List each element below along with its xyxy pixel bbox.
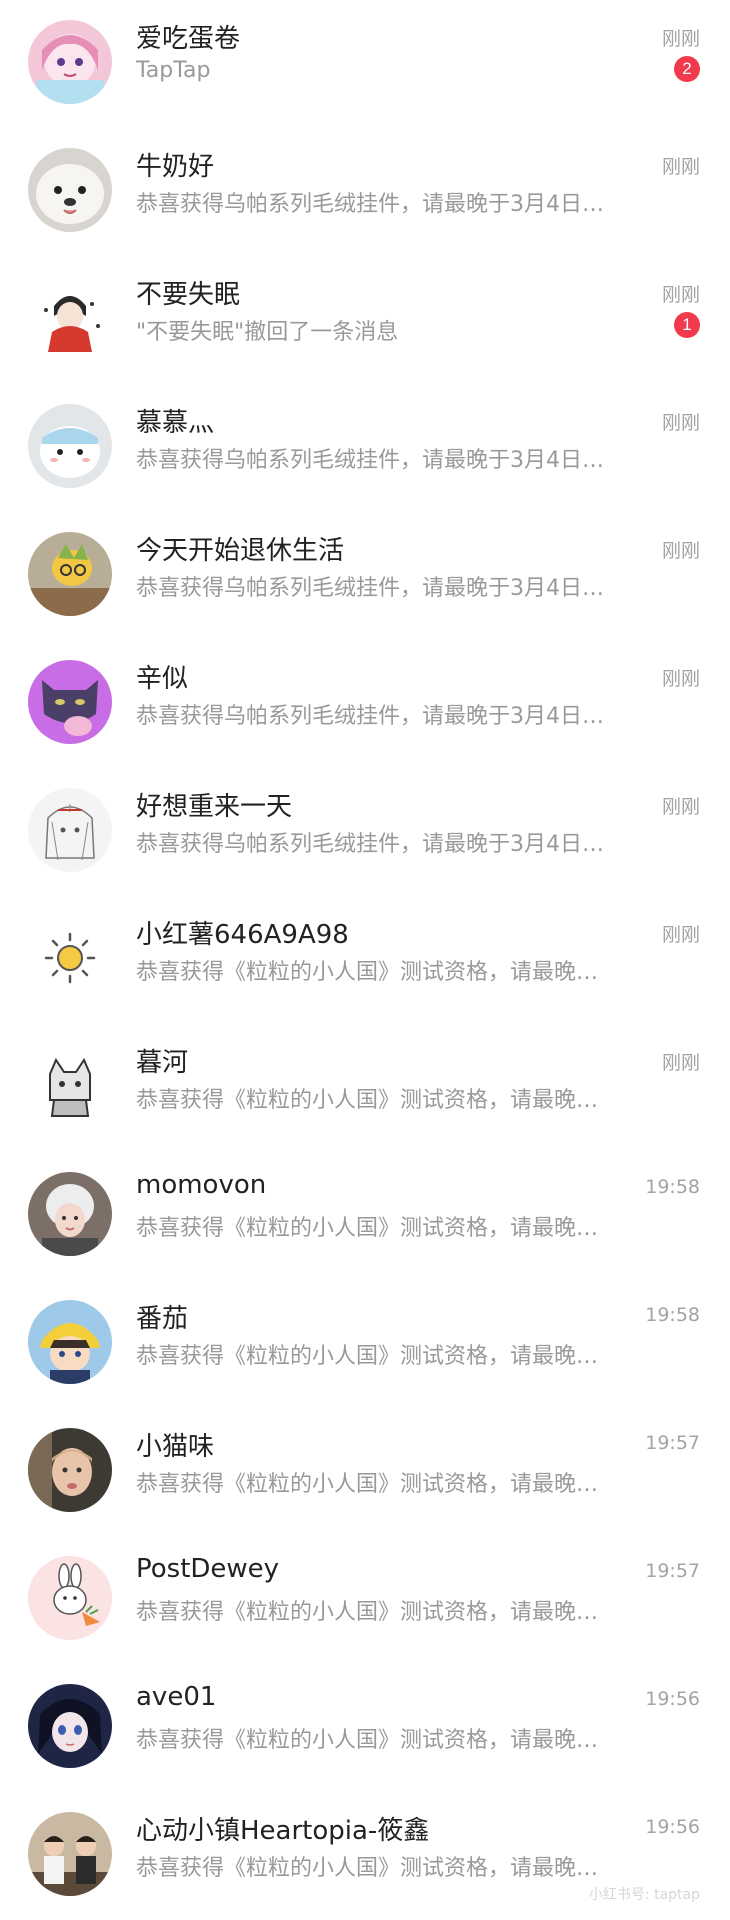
avatar[interactable]: [28, 660, 112, 744]
conversation-item-13[interactable]: ave01 恭喜获得《粒粒的小人国》测试资格，请最晚… 19:56: [0, 1664, 730, 1792]
message-time: 刚刚: [661, 668, 700, 690]
conversation-name: ave01: [136, 1682, 217, 1712]
message-time: 19:56: [645, 1688, 700, 1710]
message-time: 19:58: [645, 1304, 700, 1326]
avatar[interactable]: [28, 1044, 112, 1128]
avatar[interactable]: [28, 916, 112, 1000]
conversation-item-4[interactable]: 今天开始退休生活 恭喜获得乌帕系列毛绒挂件，请最晚于3月4日… 刚刚: [0, 512, 730, 640]
message-preview: 恭喜获得《粒粒的小人国》测试资格，请最晚…: [136, 1472, 599, 1497]
message-time: 刚刚: [661, 540, 700, 562]
message-preview: 恭喜获得乌帕系列毛绒挂件，请最晚于3月4日…: [136, 832, 604, 857]
conversation-name: PostDewey: [136, 1554, 280, 1584]
avatar[interactable]: [28, 1556, 112, 1640]
message-time: 19:57: [645, 1560, 700, 1582]
avatar[interactable]: [28, 1300, 112, 1384]
conversation-name: 番茄: [136, 1304, 189, 1334]
conversation-name: 小猫味: [136, 1432, 215, 1462]
avatar[interactable]: [28, 1428, 112, 1512]
message-preview: 恭喜获得乌帕系列毛绒挂件，请最晚于3月4日…: [136, 192, 604, 217]
conversation-item-1[interactable]: 牛奶好 恭喜获得乌帕系列毛绒挂件，请最晚于3月4日… 刚刚: [0, 128, 730, 256]
message-preview: 恭喜获得《粒粒的小人国》测试资格，请最晚…: [136, 1600, 599, 1625]
conversation-item-7[interactable]: 小红薯646A9A98 恭喜获得《粒粒的小人国》测试资格，请最晚… 刚刚: [0, 896, 730, 1024]
message-preview: TapTap: [136, 58, 211, 83]
message-time: 刚刚: [661, 156, 700, 178]
conversation-item-2[interactable]: 不要失眠 "不要失眠"撤回了一条消息 刚刚 1: [0, 256, 730, 384]
conversation-name: 慕慕灬: [136, 408, 215, 438]
message-preview: 恭喜获得《粒粒的小人国》测试资格，请最晚…: [136, 1728, 599, 1753]
conversation-name: 今天开始退休生活: [136, 536, 345, 566]
conversation-name: 辛似: [136, 664, 189, 694]
conversation-item-8[interactable]: 暮河 恭喜获得《粒粒的小人国》测试资格，请最晚… 刚刚: [0, 1024, 730, 1152]
message-preview: 恭喜获得《粒粒的小人国》测试资格，请最晚…: [136, 1856, 599, 1881]
message-time: 19:57: [645, 1432, 700, 1454]
message-time: 刚刚: [661, 924, 700, 946]
message-time: 刚刚: [661, 796, 700, 818]
avatar[interactable]: [28, 532, 112, 616]
message-time: 刚刚: [661, 284, 700, 306]
message-preview: 恭喜获得《粒粒的小人国》测试资格，请最晚…: [136, 1216, 599, 1241]
conversation-list: 爱吃蛋卷 TapTap 刚刚 2 牛奶好 恭喜获得乌帕系列毛绒挂件，请最晚于3月…: [0, 0, 730, 1920]
conversation-name: momovon: [136, 1170, 267, 1200]
conversation-item-9[interactable]: momovon 恭喜获得《粒粒的小人国》测试资格，请最晚… 19:58: [0, 1152, 730, 1280]
conversation-item-14[interactable]: 心动小镇Heartopia-筱鑫 恭喜获得《粒粒的小人国》测试资格，请最晚… 1…: [0, 1792, 730, 1920]
message-preview: "不要失眠"撤回了一条消息: [136, 320, 399, 345]
conversation-item-3[interactable]: 慕慕灬 恭喜获得乌帕系列毛绒挂件，请最晚于3月4日… 刚刚: [0, 384, 730, 512]
conversation-name: 好想重来一天: [136, 792, 293, 822]
conversation-item-6[interactable]: 好想重来一天 恭喜获得乌帕系列毛绒挂件，请最晚于3月4日… 刚刚: [0, 768, 730, 896]
avatar[interactable]: [28, 1812, 112, 1896]
conversation-item-5[interactable]: 辛似 恭喜获得乌帕系列毛绒挂件，请最晚于3月4日… 刚刚: [0, 640, 730, 768]
conversation-item-12[interactable]: PostDewey 恭喜获得《粒粒的小人国》测试资格，请最晚… 19:57: [0, 1536, 730, 1664]
conversation-name: 牛奶好: [136, 152, 215, 182]
conversation-item-10[interactable]: 番茄 恭喜获得《粒粒的小人国》测试资格，请最晚… 19:58: [0, 1280, 730, 1408]
avatar[interactable]: [28, 788, 112, 872]
unread-badge: 1: [674, 312, 700, 338]
conversation-name: 心动小镇Heartopia-筱鑫: [136, 1816, 430, 1846]
message-time: 刚刚: [661, 1052, 700, 1074]
conversation-name: 小红薯646A9A98: [136, 920, 349, 950]
avatar[interactable]: [28, 1172, 112, 1256]
message-preview: 恭喜获得乌帕系列毛绒挂件，请最晚于3月4日…: [136, 576, 604, 601]
unread-badge: 2: [674, 56, 700, 82]
avatar[interactable]: [28, 148, 112, 232]
conversation-name: 不要失眠: [136, 280, 241, 310]
message-time: 19:58: [645, 1176, 700, 1198]
avatar[interactable]: [28, 20, 112, 104]
conversation-name: 爱吃蛋卷: [136, 24, 241, 54]
message-preview: 恭喜获得《粒粒的小人国》测试资格，请最晚…: [136, 960, 599, 985]
message-preview: 恭喜获得乌帕系列毛绒挂件，请最晚于3月4日…: [136, 704, 604, 729]
conversation-item-0[interactable]: 爱吃蛋卷 TapTap 刚刚 2: [0, 0, 730, 128]
conversation-item-11[interactable]: 小猫味 恭喜获得《粒粒的小人国》测试资格，请最晚… 19:57: [0, 1408, 730, 1536]
message-time: 刚刚: [661, 28, 700, 50]
message-time: 刚刚: [661, 412, 700, 434]
avatar[interactable]: [28, 404, 112, 488]
conversation-name: 暮河: [136, 1048, 189, 1078]
avatar[interactable]: [28, 276, 112, 360]
watermark: 小红书号: taptap: [588, 1887, 700, 1903]
message-preview: 恭喜获得乌帕系列毛绒挂件，请最晚于3月4日…: [136, 448, 604, 473]
message-preview: 恭喜获得《粒粒的小人国》测试资格，请最晚…: [136, 1344, 599, 1369]
message-preview: 恭喜获得《粒粒的小人国》测试资格，请最晚…: [136, 1088, 599, 1113]
message-time: 19:56: [645, 1816, 700, 1838]
avatar[interactable]: [28, 1684, 112, 1768]
